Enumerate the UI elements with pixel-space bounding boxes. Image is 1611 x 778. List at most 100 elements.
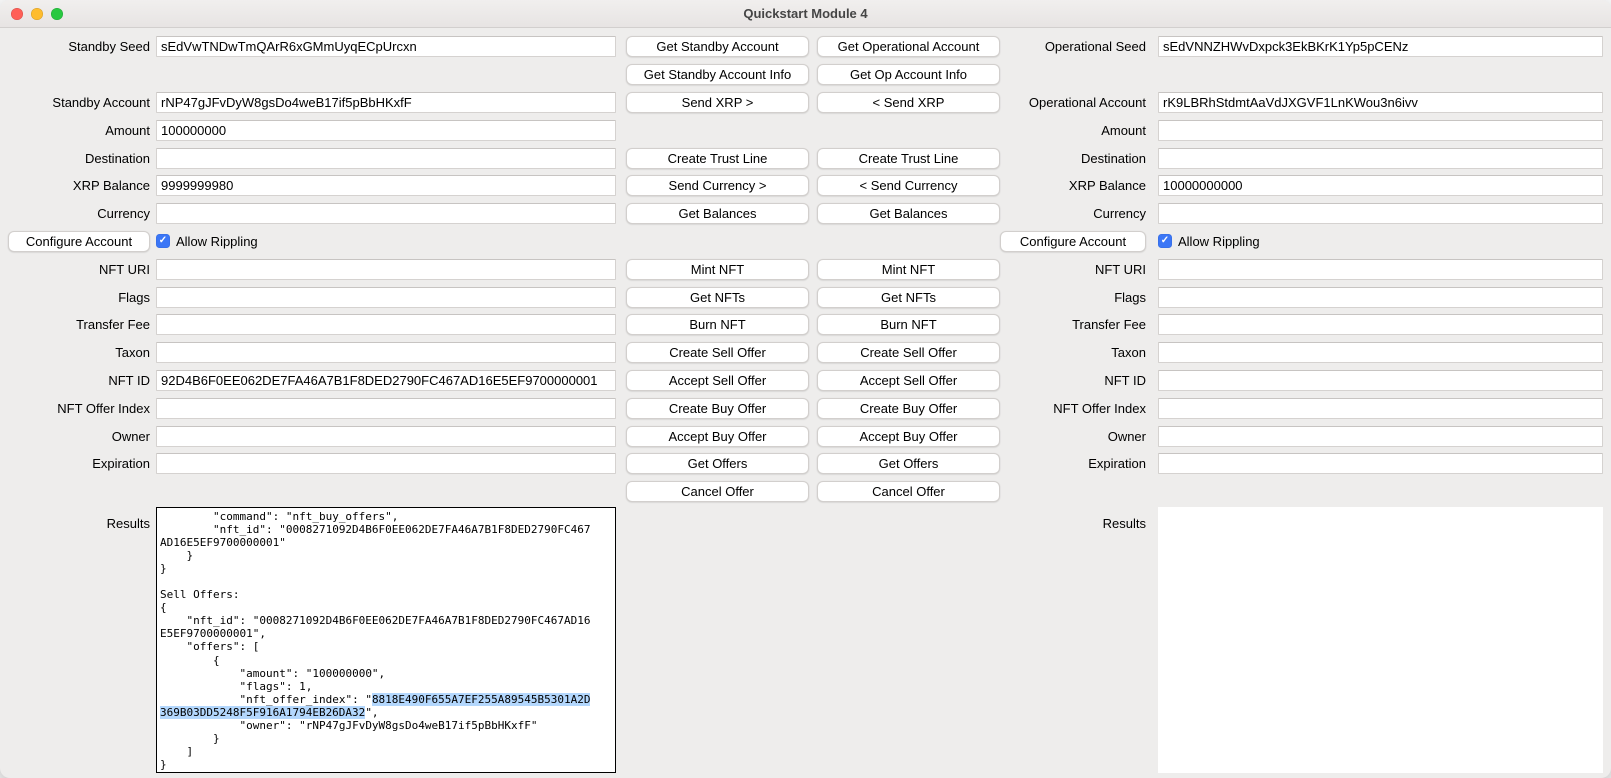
get-op-account-info-button[interactable]: Get Op Account Info bbox=[817, 64, 1000, 85]
standby-allow-rippling-label: Allow Rippling bbox=[176, 234, 258, 249]
standby-allow-rippling-checkbox[interactable] bbox=[156, 234, 170, 248]
minimize-window-button[interactable] bbox=[31, 8, 43, 20]
standby-get-balances-button[interactable]: Get Balances bbox=[626, 203, 809, 224]
zoom-window-button[interactable] bbox=[51, 8, 63, 20]
operational-destination-label: Destination bbox=[1000, 151, 1152, 166]
operational-owner-input[interactable] bbox=[1158, 426, 1603, 447]
operational-accept-sell-offer-button[interactable]: Accept Sell Offer bbox=[817, 370, 1000, 391]
standby-flags-label: Flags bbox=[8, 290, 156, 305]
standby-xrp-balance-label: XRP Balance bbox=[8, 178, 156, 193]
standby-burn-nft-button[interactable]: Burn NFT bbox=[626, 314, 809, 335]
form-content: Standby Seed Get Standby Account Get Ope… bbox=[0, 28, 1611, 778]
operational-nft-id-label: NFT ID bbox=[1000, 373, 1152, 388]
form-row: XRP Balance Send Currency > < Send Curre… bbox=[8, 172, 1603, 200]
standby-taxon-input[interactable] bbox=[156, 342, 616, 363]
standby-create-buy-offer-button[interactable]: Create Buy Offer bbox=[626, 398, 809, 419]
operational-create-buy-offer-button[interactable]: Create Buy Offer bbox=[817, 398, 1000, 419]
operational-configure-account-button[interactable]: Configure Account bbox=[1000, 231, 1146, 252]
standby-send-currency-button[interactable]: Send Currency > bbox=[626, 175, 809, 196]
form-row: Destination Create Trust Line Create Tru… bbox=[8, 144, 1603, 172]
standby-expiration-input[interactable] bbox=[156, 453, 616, 474]
standby-results-text-before: "command": "nft_buy_offers", "nft_id": "… bbox=[160, 510, 590, 706]
standby-transfer-fee-input[interactable] bbox=[156, 314, 616, 335]
standby-create-sell-offer-button[interactable]: Create Sell Offer bbox=[626, 342, 809, 363]
operational-results-area[interactable] bbox=[1158, 507, 1603, 773]
standby-accept-buy-offer-button[interactable]: Accept Buy Offer bbox=[626, 426, 809, 447]
operational-destination-input[interactable] bbox=[1158, 148, 1603, 169]
operational-allow-rippling-checkbox[interactable] bbox=[1158, 234, 1172, 248]
standby-currency-input[interactable] bbox=[156, 203, 616, 224]
standby-seed-input[interactable] bbox=[156, 36, 616, 57]
standby-configure-account-button[interactable]: Configure Account bbox=[8, 231, 150, 252]
standby-get-nfts-button[interactable]: Get NFTs bbox=[626, 287, 809, 308]
operational-account-input[interactable] bbox=[1158, 92, 1603, 113]
operational-nft-uri-input[interactable] bbox=[1158, 259, 1603, 280]
standby-owner-input[interactable] bbox=[156, 426, 616, 447]
form-row: NFT Offer Index Create Buy Offer Create … bbox=[8, 394, 1603, 422]
traffic-lights bbox=[0, 8, 63, 20]
standby-amount-input[interactable] bbox=[156, 120, 616, 141]
standby-results-label: Results bbox=[8, 507, 156, 531]
operational-get-offers-button[interactable]: Get Offers bbox=[817, 453, 1000, 474]
standby-expiration-label: Expiration bbox=[8, 456, 156, 471]
operational-create-sell-offer-button[interactable]: Create Sell Offer bbox=[817, 342, 1000, 363]
operational-xrp-balance-input[interactable] bbox=[1158, 175, 1603, 196]
get-operational-account-button[interactable]: Get Operational Account bbox=[817, 36, 1000, 57]
form-row: Taxon Create Sell Offer Create Sell Offe… bbox=[8, 339, 1603, 367]
operational-send-xrp-button[interactable]: < Send XRP bbox=[817, 92, 1000, 113]
operational-taxon-label: Taxon bbox=[1000, 345, 1152, 360]
standby-get-offers-button[interactable]: Get Offers bbox=[626, 453, 809, 474]
operational-seed-input[interactable] bbox=[1158, 36, 1603, 57]
standby-destination-input[interactable] bbox=[156, 148, 616, 169]
operational-flags-input[interactable] bbox=[1158, 287, 1603, 308]
operational-nft-id-input[interactable] bbox=[1158, 370, 1603, 391]
form-row: Get Standby Account Info Get Op Account … bbox=[8, 61, 1603, 89]
operational-send-currency-button[interactable]: < Send Currency bbox=[817, 175, 1000, 196]
operational-get-balances-button[interactable]: Get Balances bbox=[817, 203, 1000, 224]
window-title: Quickstart Module 4 bbox=[0, 6, 1611, 21]
get-standby-account-button[interactable]: Get Standby Account bbox=[626, 36, 809, 57]
standby-mint-nft-button[interactable]: Mint NFT bbox=[626, 259, 809, 280]
standby-destination-label: Destination bbox=[8, 151, 156, 166]
standby-send-xrp-button[interactable]: Send XRP > bbox=[626, 92, 809, 113]
operational-taxon-input[interactable] bbox=[1158, 342, 1603, 363]
operational-nft-offer-index-input[interactable] bbox=[1158, 398, 1603, 419]
standby-flags-input[interactable] bbox=[156, 287, 616, 308]
form-row: Cancel Offer Cancel Offer bbox=[8, 478, 1603, 506]
standby-allow-rippling-group: Allow Rippling bbox=[156, 234, 616, 249]
standby-xrp-balance-input[interactable] bbox=[156, 175, 616, 196]
operational-burn-nft-button[interactable]: Burn NFT bbox=[817, 314, 1000, 335]
form-row: NFT ID Accept Sell Offer Accept Sell Off… bbox=[8, 367, 1603, 395]
operational-mint-nft-button[interactable]: Mint NFT bbox=[817, 259, 1000, 280]
standby-nft-id-input[interactable] bbox=[156, 370, 616, 391]
get-standby-account-info-button[interactable]: Get Standby Account Info bbox=[626, 64, 809, 85]
app-window: Quickstart Module 4 Standby Seed Get Sta… bbox=[0, 0, 1611, 778]
operational-xrp-balance-label: XRP Balance bbox=[1000, 178, 1152, 193]
standby-nft-uri-input[interactable] bbox=[156, 259, 616, 280]
standby-create-trust-line-button[interactable]: Create Trust Line bbox=[626, 148, 809, 169]
operational-transfer-fee-input[interactable] bbox=[1158, 314, 1603, 335]
operational-amount-input[interactable] bbox=[1158, 120, 1603, 141]
standby-account-input[interactable] bbox=[156, 92, 616, 113]
operational-accept-buy-offer-button[interactable]: Accept Buy Offer bbox=[817, 426, 1000, 447]
operational-currency-label: Currency bbox=[1000, 206, 1152, 221]
operational-create-trust-line-button[interactable]: Create Trust Line bbox=[817, 148, 1000, 169]
operational-get-nfts-button[interactable]: Get NFTs bbox=[817, 287, 1000, 308]
standby-nft-offer-index-input[interactable] bbox=[156, 398, 616, 419]
standby-amount-label: Amount bbox=[8, 123, 156, 138]
operational-cancel-offer-button[interactable]: Cancel Offer bbox=[817, 481, 1000, 502]
close-window-button[interactable] bbox=[11, 8, 23, 20]
operational-nft-uri-label: NFT URI bbox=[1000, 262, 1152, 277]
standby-accept-sell-offer-button[interactable]: Accept Sell Offer bbox=[626, 370, 809, 391]
form-row: Standby Seed Get Standby Account Get Ope… bbox=[8, 33, 1603, 61]
standby-owner-label: Owner bbox=[8, 429, 156, 444]
operational-nft-offer-index-label: NFT Offer Index bbox=[1000, 401, 1152, 416]
standby-results-area[interactable]: "command": "nft_buy_offers", "nft_id": "… bbox=[156, 507, 616, 773]
operational-expiration-label: Expiration bbox=[1000, 456, 1152, 471]
form-row: NFT URI Mint NFT Mint NFT NFT URI bbox=[8, 255, 1603, 283]
standby-nft-id-label: NFT ID bbox=[8, 373, 156, 388]
operational-currency-input[interactable] bbox=[1158, 203, 1603, 224]
form-row: Configure Account Allow Rippling Configu… bbox=[8, 228, 1603, 256]
operational-expiration-input[interactable] bbox=[1158, 453, 1603, 474]
standby-cancel-offer-button[interactable]: Cancel Offer bbox=[626, 481, 809, 502]
